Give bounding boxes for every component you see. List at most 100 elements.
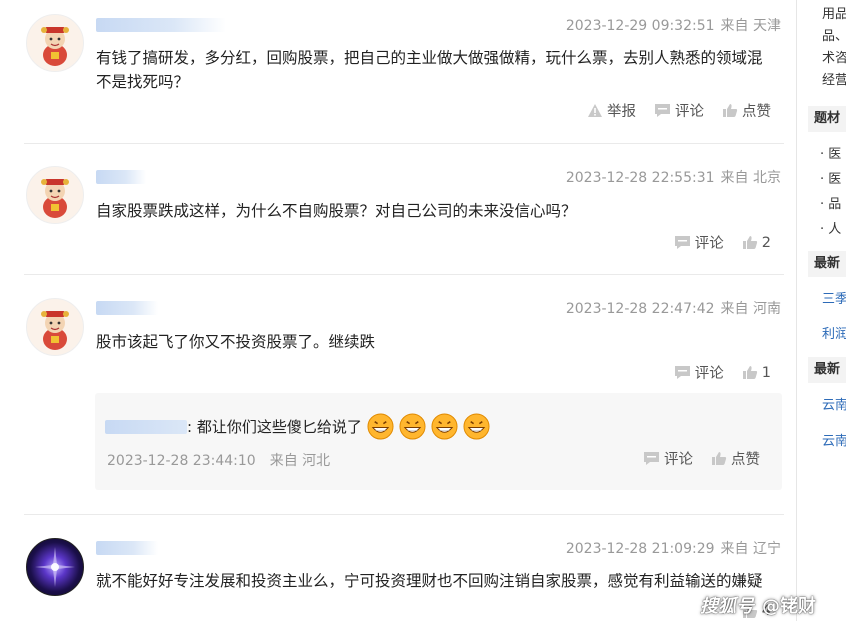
divider: [24, 514, 784, 515]
latest-link[interactable]: 云南: [822, 394, 846, 413]
comment-button[interactable]: 评论: [654, 100, 704, 121]
latest-header: 最新: [808, 251, 846, 277]
comment-text-line: 就不能好好专注发展和投资主业么，宁可投资理财也不回购注销自家股票，感觉有利益输送…: [96, 572, 763, 590]
watermark: 搜狐号 @铑财: [700, 592, 816, 618]
warning-icon: [588, 104, 602, 117]
report-button[interactable]: 举报: [587, 100, 636, 121]
thumbs-up-icon: [742, 366, 757, 379]
thumbs-up-icon: [712, 452, 727, 465]
grinning-emoji-icon: [399, 413, 426, 440]
comment-location: 来自 北京: [720, 170, 781, 186]
comment-icon: [674, 366, 690, 379]
comment-timestamp: 2023-12-28 22:47:42: [565, 301, 715, 317]
topic-item[interactable]: · 人: [820, 218, 841, 237]
comment-location: 来自 辽宁: [720, 541, 781, 557]
grinning-emoji-icon: [463, 413, 490, 440]
comment-button[interactable]: 评论: [674, 232, 724, 253]
comment-text: 自家股票跌成这样，为什么不自购股票？对自己公司的未来没信心吗？: [96, 199, 786, 223]
reply-location: 来自 河北: [269, 453, 331, 469]
comment-meta: 2023-12-28 22:55:31 来自 北京: [566, 167, 781, 187]
comment-meta: 2023-12-28 22:47:42 来自 河南: [566, 298, 781, 318]
comment-timestamp: 2023-12-28 21:09:29: [565, 541, 715, 557]
galaxy-avatar-icon: [35, 547, 75, 587]
latest-header: 最新: [808, 357, 846, 383]
like-count: 1: [761, 364, 771, 381]
watermark-account: @铑财: [762, 596, 816, 617]
comment-label: 评论: [694, 366, 724, 382]
intro-line: 品、: [822, 29, 846, 44]
comment-location: 来自 河南: [720, 301, 781, 317]
comment-feed: 网友 2023-12-29 09:32:51 来自 天津 有钱了搞研发，多分红，回…: [0, 0, 795, 621]
comment-actions: 评论 2: [656, 232, 771, 253]
comment-text: 股市该起飞了你又不投资股票了。继续跌: [96, 330, 786, 354]
intro-line: 术咨: [822, 51, 846, 66]
intro-line: 用品: [822, 7, 846, 22]
report-label: 举报: [607, 104, 636, 120]
right-sidebar: 用品 品、 术咨 经营 题材 · 医 · 医 · 品 · 人 最新 三季 利润 …: [808, 0, 846, 621]
reply-text: : 都让你们这些傻匕给说了: [187, 418, 362, 436]
reply-content: 网友 : 都让你们这些傻匕给说了: [105, 413, 490, 440]
like-count: 2: [761, 234, 771, 251]
comment-location: 来自 天津: [720, 18, 781, 34]
watermark-brand: 搜狐号: [700, 596, 754, 617]
grinning-emoji-icon: [431, 413, 458, 440]
topic-header: 题材: [808, 106, 846, 132]
sidebar-divider: [796, 0, 797, 621]
reply-like-button[interactable]: 点赞: [711, 448, 760, 469]
grinning-emoji-icon: [367, 413, 394, 440]
topic-item[interactable]: · 医: [820, 168, 841, 187]
comment-text-line: 不是找死吗？: [96, 73, 190, 91]
comment-text-line: 自家股票跌成这样，为什么不自购股票？对自己公司的未来没信心吗？: [96, 202, 577, 220]
like-label: 点赞: [742, 104, 771, 120]
comment-text-line: 股市该起飞了你又不投资股票了。继续跌: [96, 333, 376, 351]
latest-link[interactable]: 利润: [822, 323, 846, 342]
comment-text: 有钱了搞研发，多分红，回购股票，把自己的主业做大做强做精，玩什么票，去别人熟悉的…: [96, 46, 786, 94]
comment-actions: 举报 评论 点赞: [569, 100, 771, 121]
avatar[interactable]: [26, 298, 84, 356]
like-button[interactable]: 1: [742, 365, 771, 381]
reply-actions: 评论 点赞: [625, 448, 760, 469]
comment-icon: [655, 104, 670, 117]
comment-text-line: 有钱了搞研发，多分红，回购股票，把自己的主业做大做强做精，玩什么票，去别人熟悉的…: [96, 49, 763, 67]
comment-actions: 评论 1: [656, 362, 771, 383]
avatar[interactable]: [26, 14, 84, 72]
divider: [24, 143, 784, 144]
latest-link[interactable]: 三季: [822, 288, 846, 307]
comment-label: 评论: [675, 104, 704, 120]
company-intro: 用品 品、 术咨 经营: [822, 4, 846, 92]
reply-comment-button[interactable]: 评论: [643, 448, 693, 469]
like-button[interactable]: 2: [742, 235, 771, 251]
username[interactable]: 网友: [96, 301, 158, 315]
like-label: 点赞: [731, 452, 760, 468]
intro-line: 经营: [822, 73, 846, 88]
cartoon-avatar-icon: [41, 179, 69, 218]
username[interactable]: 网友: [96, 541, 158, 555]
comment-button[interactable]: 评论: [674, 362, 724, 383]
thumbs-up-icon: [723, 104, 738, 117]
topic-item[interactable]: · 医: [820, 143, 841, 162]
comment-icon: [674, 236, 690, 249]
comment-icon: [644, 452, 659, 465]
like-button[interactable]: 点赞: [722, 100, 771, 121]
reply-meta: 2023-12-28 23:44:10 来自 河北: [107, 450, 330, 470]
divider: [24, 274, 784, 275]
comment-label: 评论: [694, 236, 724, 252]
comment-timestamp: 2023-12-29 09:32:51: [565, 18, 715, 34]
avatar[interactable]: [26, 166, 84, 224]
username[interactable]: 网友: [96, 170, 146, 184]
username[interactable]: 网友: [96, 18, 226, 32]
comment-meta: 2023-12-28 21:09:29 来自 辽宁: [566, 538, 781, 558]
reply-timestamp: 2023-12-28 23:44:10: [107, 453, 256, 469]
topic-item[interactable]: · 品: [820, 193, 841, 212]
cartoon-avatar-icon: [41, 27, 69, 66]
comment-meta: 2023-12-29 09:32:51 来自 天津: [566, 15, 781, 35]
thumbs-up-icon: [742, 236, 757, 249]
comment-label: 评论: [664, 452, 693, 468]
reply-username[interactable]: 网友: [105, 419, 187, 434]
reply-box: 网友 : 都让你们这些傻匕给说了 2023-12-28 23:44:10 来自 河…: [95, 393, 782, 490]
avatar[interactable]: [26, 538, 84, 596]
comment-text: 就不能好好专注发展和投资主业么，宁可投资理财也不回购注销自家股票，感觉有利益输送…: [96, 569, 786, 593]
cartoon-avatar-icon: [41, 311, 69, 350]
comment-timestamp: 2023-12-28 22:55:31: [565, 170, 715, 186]
latest-link[interactable]: 云南: [822, 430, 846, 449]
